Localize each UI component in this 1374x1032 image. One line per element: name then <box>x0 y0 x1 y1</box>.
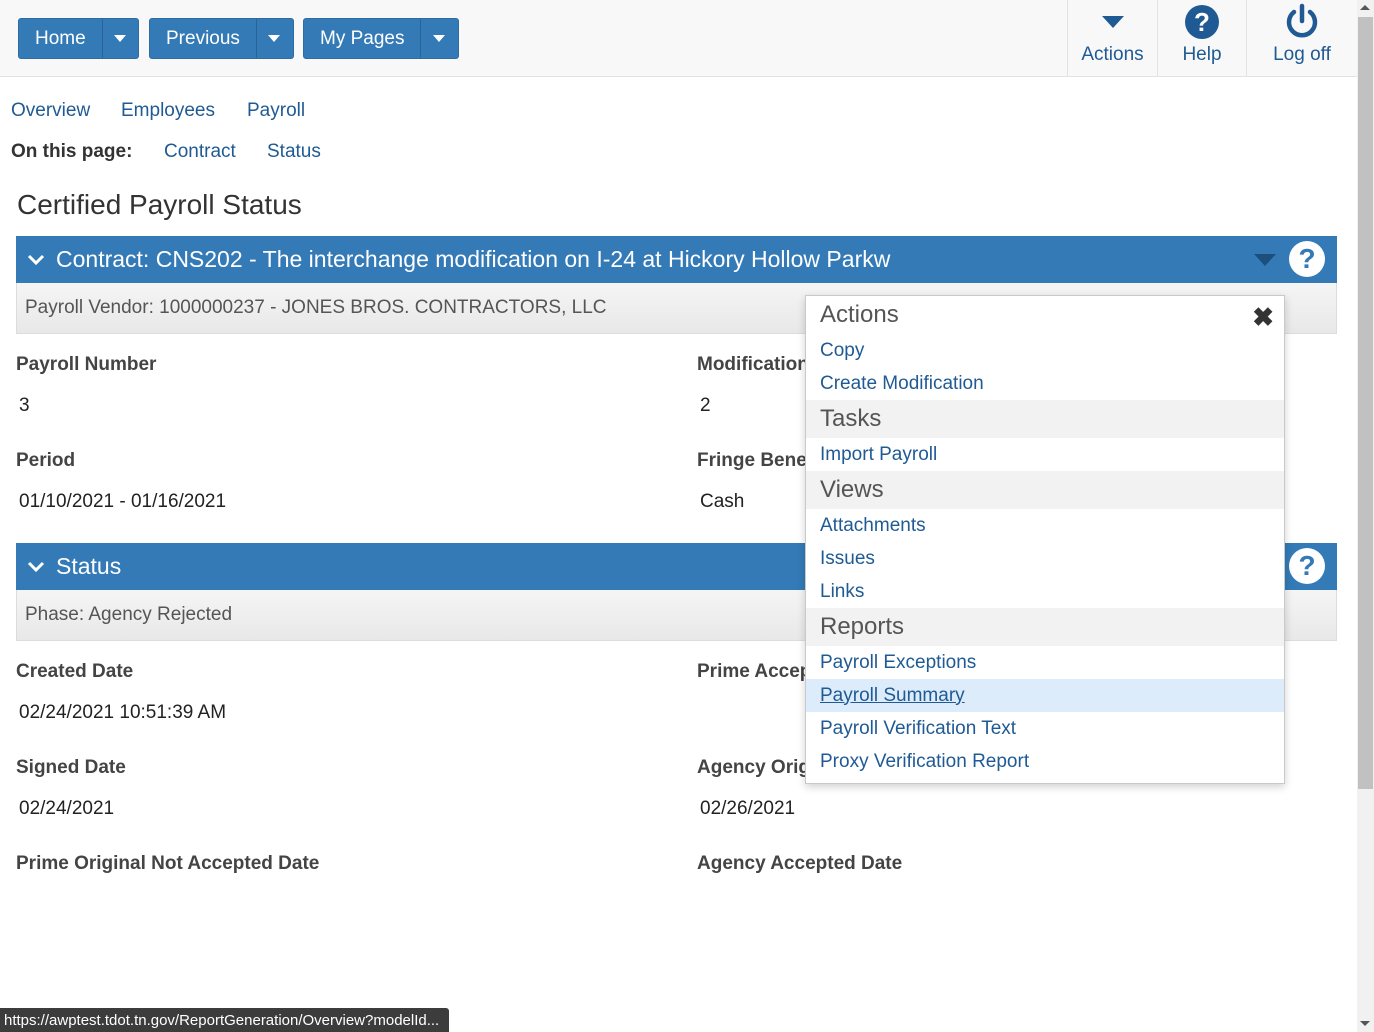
chevron-down-icon <box>16 254 56 266</box>
chevron-down-icon <box>16 561 56 573</box>
previous-button-group: Previous <box>149 18 294 59</box>
caret-down-icon <box>432 35 445 42</box>
vertical-scrollbar[interactable] <box>1357 0 1374 1032</box>
close-icon[interactable]: ✖ <box>1252 302 1274 333</box>
svg-text:?: ? <box>1194 7 1210 37</box>
period-label: Period <box>16 450 76 471</box>
created-date-value: 02/24/2021 10:51:39 AM <box>19 702 227 723</box>
home-button[interactable]: Home <box>19 19 102 58</box>
fringe-benefit-label: Fringe Bene <box>697 450 807 471</box>
top-nav-bar: Home Previous My Pages Actions ? Help Lo… <box>0 0 1357 77</box>
status-anchor-link[interactable]: Status <box>267 141 321 163</box>
modification-value: 2 <box>700 395 711 416</box>
menu-section-tasks: Tasks <box>806 400 1284 438</box>
browser-status-url: https://awptest.tdot.tn.gov/ReportGenera… <box>0 1008 450 1032</box>
actions-dropdown-menu: ✖ Actions Copy Create Modification Tasks… <box>805 295 1285 784</box>
my-pages-button[interactable]: My Pages <box>304 19 420 58</box>
menu-item-attachments[interactable]: Attachments <box>806 509 1284 542</box>
period-value: 01/10/2021 - 01/16/2021 <box>19 491 227 512</box>
prime-not-accepted-label: Prime Original Not Accepted Date <box>16 853 320 874</box>
status-panel-title: Status <box>56 553 122 579</box>
menu-item-payroll-summary[interactable]: Payroll Summary <box>806 679 1284 712</box>
caret-down-icon <box>268 35 281 42</box>
menu-item-payroll-exceptions[interactable]: Payroll Exceptions <box>806 646 1284 679</box>
power-icon <box>1284 0 1320 44</box>
menu-item-create-modification[interactable]: Create Modification <box>806 367 1284 400</box>
menu-item-import-payroll[interactable]: Import Payroll <box>806 438 1284 471</box>
contract-panel-dropdown-icon[interactable] <box>1253 253 1277 272</box>
signed-date-label: Signed Date <box>16 757 126 778</box>
on-this-page-label: On this page: <box>11 141 133 162</box>
overview-link[interactable]: Overview <box>11 100 90 122</box>
employees-link[interactable]: Employees <box>121 100 215 122</box>
status-help-icon[interactable]: ? <box>1289 548 1325 584</box>
help-circle-icon: ? <box>1184 0 1220 44</box>
agency-original-value: 02/26/2021 <box>700 798 796 819</box>
modification-label: Modification <box>697 354 805 375</box>
payroll-link[interactable]: Payroll <box>247 100 305 122</box>
menu-item-copy[interactable]: Copy <box>806 334 1284 367</box>
menu-section-reports: Reports <box>806 608 1284 646</box>
contract-help-icon[interactable]: ? <box>1289 241 1325 277</box>
previous-button[interactable]: Previous <box>150 19 256 58</box>
caret-down-icon <box>114 35 127 42</box>
prime-accepted-label: Prime Accep <box>697 661 812 682</box>
menu-section-views: Views <box>806 471 1284 509</box>
menu-item-payroll-verification-text[interactable]: Payroll Verification Text <box>806 712 1284 745</box>
page-title: Certified Payroll Status <box>17 189 302 220</box>
home-button-group: Home <box>18 18 139 59</box>
log-off-label: Log off <box>1273 44 1331 65</box>
menu-item-links[interactable]: Links <box>806 575 1284 608</box>
contract-panel-title: Contract: CNS202 - The interchange modif… <box>56 246 891 272</box>
triangle-down-icon <box>1101 0 1125 44</box>
agency-original-label: Agency Orig <box>697 757 810 778</box>
phase-text: Phase: Agency Rejected <box>25 604 233 625</box>
created-date-label: Created Date <box>16 661 134 682</box>
my-pages-button-group: My Pages <box>303 18 459 59</box>
payroll-number-value: 3 <box>19 395 30 416</box>
help-label: Help <box>1182 44 1222 65</box>
scrollbar-thumb[interactable] <box>1358 17 1373 789</box>
previous-dropdown-toggle[interactable] <box>255 19 292 58</box>
signed-date-value: 02/24/2021 <box>19 798 115 819</box>
actions-menu-button[interactable]: Actions <box>1067 0 1157 76</box>
scroll-up-arrow-icon[interactable] <box>1360 5 1370 10</box>
payroll-vendor-text: Payroll Vendor: 1000000237 - JONES BROS.… <box>25 297 607 318</box>
home-dropdown-toggle[interactable] <box>101 19 138 58</box>
scroll-down-arrow-icon[interactable] <box>1360 1021 1370 1026</box>
fringe-benefit-value: Cash <box>700 491 745 512</box>
payroll-number-label: Payroll Number <box>16 354 157 375</box>
actions-label: Actions <box>1081 44 1144 65</box>
agency-accepted-label: Agency Accepted Date <box>697 853 903 874</box>
menu-item-issues[interactable]: Issues <box>806 542 1284 575</box>
contract-anchor-link[interactable]: Contract <box>164 141 236 163</box>
help-button[interactable]: ? Help <box>1157 0 1246 76</box>
status-url-text: https://awptest.tdot.tn.gov/ReportGenera… <box>4 1011 440 1029</box>
log-off-button[interactable]: Log off <box>1246 0 1357 76</box>
menu-item-proxy-verification-report[interactable]: Proxy Verification Report <box>806 745 1284 778</box>
menu-section-actions: Actions <box>806 296 1284 334</box>
my-pages-dropdown-toggle[interactable] <box>420 19 456 58</box>
contract-panel-header[interactable]: Contract: CNS202 - The interchange modif… <box>16 236 1337 283</box>
